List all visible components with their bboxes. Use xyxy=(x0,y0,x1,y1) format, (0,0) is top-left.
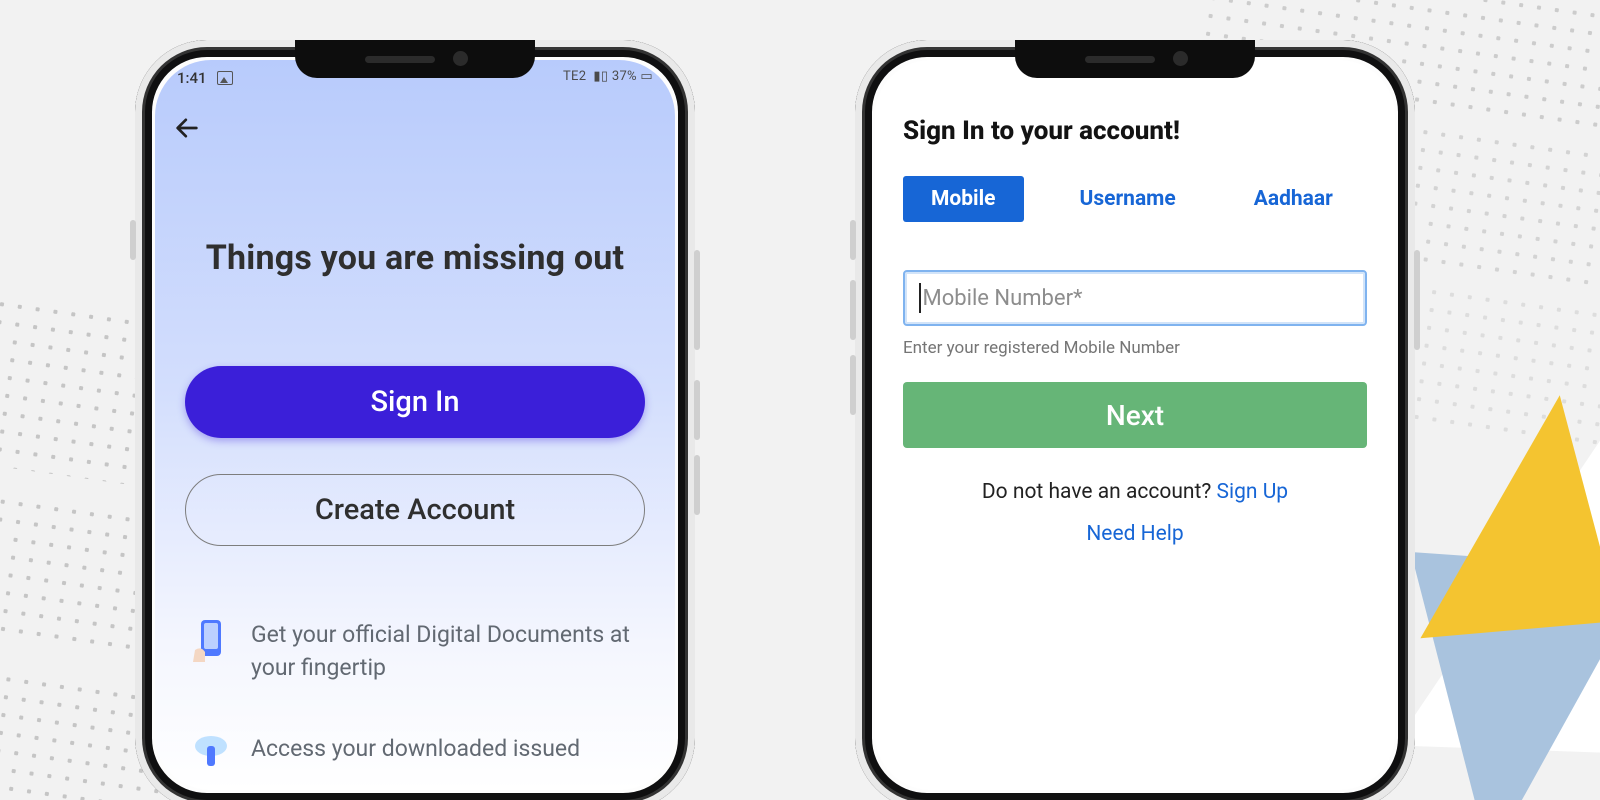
phone-mute-switch xyxy=(130,220,136,260)
decorative-triangle xyxy=(1400,392,1600,639)
text-cursor xyxy=(919,283,921,313)
mobile-placeholder: Mobile Number* xyxy=(923,286,1083,311)
back-button[interactable] xyxy=(173,114,201,142)
phone-volume-button xyxy=(850,280,856,340)
tab-mobile[interactable]: Mobile xyxy=(903,176,1024,222)
status-network: TE2 xyxy=(563,69,586,84)
mobile-number-field[interactable]: Mobile Number* xyxy=(903,270,1367,326)
phone-power-button xyxy=(1414,250,1420,350)
phone-screen: 1:41 TE2 ▮▯ 37% ▭ Things you are missing… xyxy=(155,60,675,790)
phone-in-hand-icon xyxy=(191,618,231,664)
status-battery: 37% xyxy=(612,69,637,84)
phone-mockup-welcome: 1:41 TE2 ▮▯ 37% ▭ Things you are missing… xyxy=(135,40,695,800)
tab-aadhaar[interactable]: Aadhaar xyxy=(1232,176,1355,222)
phone-mockup-signin: Sign In to your account! Mobile Username… xyxy=(855,40,1415,800)
phone-notch xyxy=(295,40,535,78)
phone-notch xyxy=(1015,40,1255,78)
sign-up-link[interactable]: Sign Up xyxy=(1217,480,1289,504)
sign-in-button[interactable]: Sign In xyxy=(185,366,645,438)
phone-screen: Sign In to your account! Mobile Username… xyxy=(875,60,1395,790)
cloud-download-icon xyxy=(191,732,231,778)
feature-row: Access your downloaded issued xyxy=(191,732,645,778)
feature-text: Get your official Digital Documents at y… xyxy=(251,618,645,685)
need-help-link[interactable]: Need Help xyxy=(875,522,1395,546)
feature-row: Get your official Digital Documents at y… xyxy=(191,618,645,685)
next-button[interactable]: Next xyxy=(903,382,1367,448)
create-account-button[interactable]: Create Account xyxy=(185,474,645,546)
status-right: TE2 ▮▯ 37% ▭ xyxy=(563,69,653,84)
phone-volume-button xyxy=(694,380,700,440)
signin-tabs: Mobile Username Aadhaar xyxy=(903,176,1367,222)
feature-text: Access your downloaded issued xyxy=(251,732,580,765)
tab-username[interactable]: Username xyxy=(1058,176,1198,222)
mobile-hint: Enter your registered Mobile Number xyxy=(903,338,1180,358)
headline: Things you are missing out xyxy=(155,238,675,278)
phone-power-button xyxy=(694,250,700,350)
status-time: 1:41 xyxy=(177,69,207,87)
arrow-left-icon xyxy=(173,114,201,142)
no-account-text: Do not have an account? xyxy=(982,480,1217,504)
signup-text: Do not have an account? Sign Up xyxy=(875,480,1395,504)
signin-title: Sign In to your account! xyxy=(903,116,1180,146)
picture-icon xyxy=(217,71,233,85)
phone-mute-switch xyxy=(850,220,856,260)
phone-volume-button xyxy=(694,455,700,515)
phone-volume-button xyxy=(850,355,856,415)
